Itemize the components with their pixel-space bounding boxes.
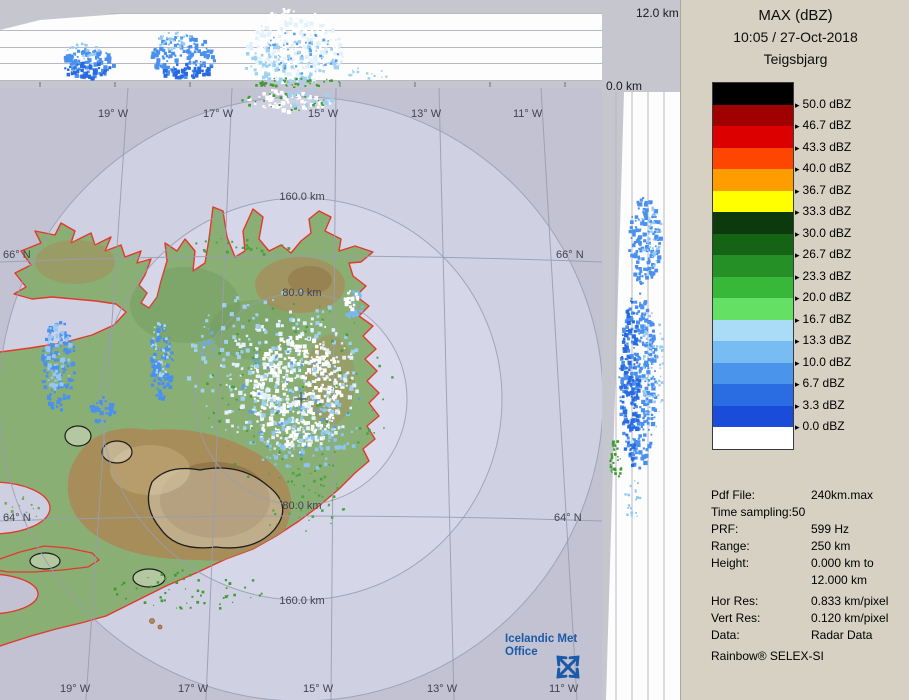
height-axis-min-label: 0.0 km: [606, 79, 643, 93]
legend-label: ▸ 16.7 dBZ: [795, 311, 852, 326]
product-title: MAX (dBZ): [758, 7, 833, 24]
legend-swatch: [713, 362, 793, 384]
legend-swatch: [713, 190, 793, 212]
info-row: Data: Radar Data: [711, 628, 873, 642]
legend-swatch: [713, 319, 793, 341]
info-row: Rainbow® SELEX-SI: [711, 649, 824, 663]
legend-swatch: [713, 126, 793, 148]
island: [157, 624, 163, 630]
legend-label: ▸ 30.0 dBZ: [795, 225, 852, 240]
legend-label: ▸ 13.3 dBZ: [795, 333, 852, 347]
side-height-profile-panel: [602, 88, 680, 700]
info-row: 12.000 km: [811, 573, 868, 587]
legend-swatch: [713, 169, 793, 191]
legend-swatch-column: [712, 82, 794, 450]
top-height-profile-panel: [0, 0, 602, 88]
info-row: Vert Res: 0.120 km/pixel: [711, 611, 889, 625]
legend-swatch: [713, 427, 793, 449]
legend-label: ▸ 43.3 dBZ: [795, 139, 852, 154]
legend-swatch: [713, 405, 793, 427]
legend-label: ▸ 50.0 dBZ: [795, 96, 852, 111]
legend-label: ▸ 6.7 dBZ: [795, 376, 845, 390]
legend-swatch: [713, 298, 793, 320]
info-row: PRF: 599 Hz: [711, 522, 850, 536]
height-axis-max-label: 12.0 km: [636, 6, 679, 20]
legend-label: ▸ 3.3 dBZ: [795, 397, 845, 412]
legend-label: ▸ 20.0 dBZ: [795, 290, 852, 304]
legend-label: ▸ 36.7 dBZ: [795, 182, 852, 197]
legend-label: ▸ 46.7 dBZ: [795, 118, 852, 132]
radar-station-name: Teigsbjarg: [763, 51, 828, 67]
legend-swatch: [713, 341, 793, 363]
legend-label: ▸ 23.3 dBZ: [795, 268, 852, 283]
top-profile-canvas: [0, 0, 602, 88]
glacier-snaefellsjokull: [29, 552, 61, 570]
info-row: Hor Res: 0.833 km/pixel: [711, 594, 889, 608]
legend-swatch: [713, 104, 793, 126]
legend-labels: ▸ 50.0 dBZ ▸ 46.7 dBZ ▸ 43.3 dBZ ▸ 40.0 dBZ ▸ 36.…: [795, 82, 905, 452]
legend-swatch: [713, 276, 793, 298]
info-row: Time sampling:50: [711, 505, 806, 519]
legend-swatch: [713, 212, 793, 234]
radar-viewer-window: 12.0 km 0.0 km Icelandic Met Office 19° …: [0, 0, 909, 700]
legend-label: ▸ 26.7 dBZ: [795, 247, 852, 261]
legend-swatch: [713, 384, 793, 406]
product-datetime: 10:05 / 27-Oct-2018: [733, 29, 858, 45]
radar-map-panel: Icelandic Met Office 19° W 17° W 15° W 13° …: [0, 88, 602, 700]
info-row: Pdf File: 240km.max: [711, 488, 874, 502]
legend-swatch: [713, 83, 793, 105]
legend-label: ▸ 10.0 dBZ: [795, 354, 852, 369]
info-row: Height: 0.000 km to: [711, 556, 874, 570]
island: [149, 618, 155, 624]
info-block: Pdf File: 240km.max Time sampling:50 PRF: 59…: [711, 487, 907, 665]
info-row: Range: 250 km: [711, 539, 851, 553]
legend-sidebar: MAX (dBZ) 10:05 / 27-Oct-2018 Teigsbjarg…: [680, 0, 909, 700]
legend-label: ▸ 33.3 dBZ: [795, 204, 852, 218]
legend-swatch: [713, 147, 793, 169]
legend-label: ▸ 0.0 dBZ: [795, 419, 845, 433]
legend-swatch: [713, 233, 793, 255]
radar-map-canvas: [0, 88, 602, 700]
legend-swatch: [713, 255, 793, 277]
legend-label: ▸ 40.0 dBZ: [795, 161, 852, 175]
side-profile-canvas: [602, 88, 680, 700]
